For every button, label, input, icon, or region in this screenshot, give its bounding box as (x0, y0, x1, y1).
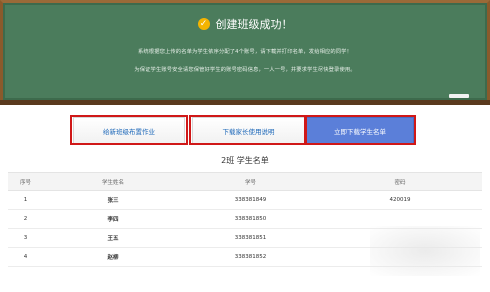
chalkboard-banner: ✓ 创建班级成功！ 系统根据您上传的名单为学生依序分配了4个账号，请下载并打印名… (0, 0, 490, 103)
info-line-1: 系统根据您上传的名单为学生依序分配了4个账号，请下载并打印名单，发给相应的同学！ (138, 49, 352, 55)
header-name: 学生姓名 (43, 172, 183, 191)
table-header-row: 序号 学生姓名 学号 密码 (8, 172, 482, 191)
row-name: 赵柳 (43, 247, 183, 267)
row-student-id: 338381849 (183, 190, 318, 210)
highlight-box-guide (189, 115, 307, 145)
blurred-area (370, 226, 480, 276)
row-index: 4 (8, 247, 43, 267)
success-title: 创建班级成功！ (215, 18, 293, 31)
header-index: 序号 (8, 172, 43, 191)
row-student-id: 338381850 (183, 209, 318, 229)
row-index: 1 (8, 190, 43, 210)
row-name: 李四 (43, 209, 183, 229)
chalk-piece (449, 94, 469, 98)
highlight-box-download (304, 115, 416, 145)
row-student-id: 338381852 (183, 247, 318, 267)
success-heading: ✓ 创建班级成功！ (3, 16, 487, 32)
row-password: 420019 (318, 190, 482, 210)
row-index: 2 (8, 209, 43, 229)
check-circle-icon: ✓ (197, 18, 210, 30)
row-student-id: 338381851 (183, 228, 318, 248)
highlight-box-homework (70, 115, 188, 145)
table-row: 1 张三 338381849 420019 (8, 190, 482, 210)
row-name: 张三 (43, 190, 183, 210)
header-student-id: 学号 (183, 172, 318, 191)
info-line-2: 为保证学生账号安全请您保管好学生的账号密码信息，一人一号，并要求学生尽快登录使用… (134, 67, 356, 73)
row-index: 3 (8, 228, 43, 248)
student-list-title: 2班 学生名单 (221, 156, 269, 165)
chalkboard-ledge (0, 100, 490, 105)
header-password: 密码 (318, 172, 482, 191)
row-name: 王五 (43, 228, 183, 248)
